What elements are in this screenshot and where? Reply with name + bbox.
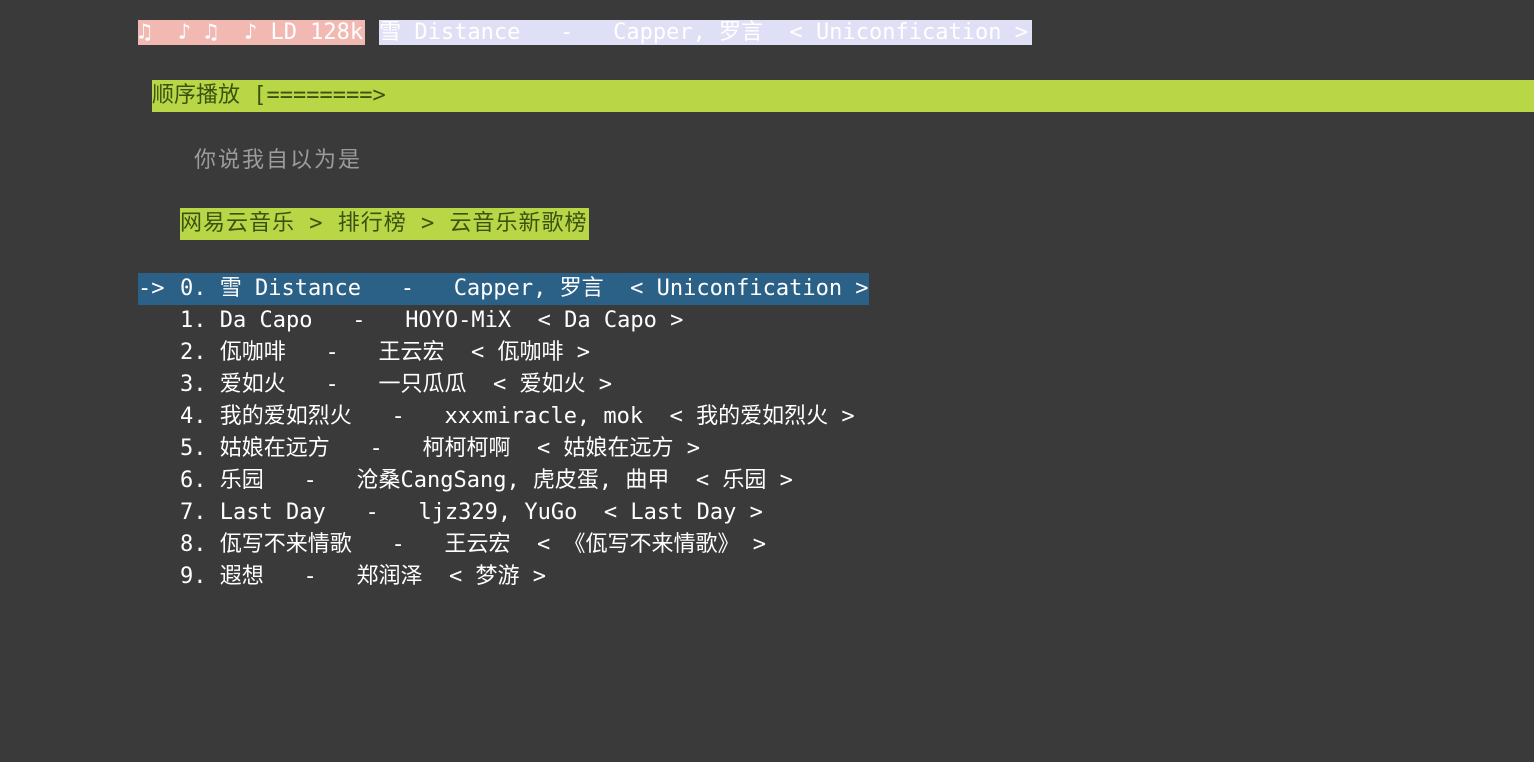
status-badge: ♫ ♪ ♫ ♪ LD 128k <box>138 20 366 45</box>
song-album: < 乐园 > <box>695 468 793 493</box>
song-title: 乐园 <box>219 468 264 493</box>
song-artist: 郑润泽 <box>356 564 449 589</box>
song-album: < Da Capo > <box>537 308 684 333</box>
song-artist: 王云宏 <box>378 340 471 365</box>
song-artist: 柯柯柯啊 <box>422 436 537 461</box>
song-title: 佤写不来情歌 <box>219 532 352 557</box>
song-album: < Uniconfication > <box>630 276 869 301</box>
song-index: 2. <box>180 340 220 365</box>
song-separator: - <box>285 372 379 397</box>
song-separator: - <box>325 500 419 525</box>
header-bar: ♫ ♪ ♫ ♪ LD 128k 雪 Distance - Capper, 罗言 <… <box>138 17 1032 49</box>
song-album: < 《佤写不来情歌》 > <box>536 532 766 557</box>
song-list[interactable]: -> 0. 雪 Distance - Capper, 罗言 < Uniconfic… <box>138 273 869 593</box>
song-title: 爱如火 <box>219 372 286 397</box>
song-index: 7. <box>180 500 220 525</box>
song-row[interactable]: 6. 乐园 - 沧桑CangSang, 虎皮蛋, 曲甲 < 乐园 > <box>138 465 869 497</box>
song-title: 我的爱如烈火 <box>219 404 352 429</box>
song-title: 雪 Distance <box>219 276 361 301</box>
progress-text: [========> <box>253 83 386 108</box>
song-album: < 梦游 > <box>448 564 546 589</box>
song-artist: 一只瓜瓜 <box>378 372 493 397</box>
song-index: 0. <box>180 276 220 301</box>
song-artist: Capper, 罗言 <box>453 276 631 301</box>
song-index: 4. <box>180 404 220 429</box>
song-album: < 姑娘在远方 > <box>536 436 700 461</box>
song-album: < 我的爱如烈火 > <box>669 404 855 429</box>
song-album: < 爱如火 > <box>492 372 612 397</box>
song-row[interactable]: 3. 爱如火 - 一只瓜瓜 < 爱如火 > <box>138 369 869 401</box>
breadcrumb[interactable]: 网易云音乐 > 排行榜 > 云音乐新歌榜 <box>180 208 590 240</box>
song-title: 佤咖啡 <box>219 340 286 365</box>
song-artist: xxxmiracle, mok <box>444 404 670 429</box>
song-index: 5. <box>180 436 220 461</box>
song-row[interactable]: 4. 我的爱如烈火 - xxxmiracle, mok < 我的爱如烈火 > <box>138 401 869 433</box>
song-index: 1. <box>180 308 220 333</box>
song-artist: 王云宏 <box>444 532 537 557</box>
song-row[interactable]: 9. 遐想 - 郑润泽 < 梦游 > <box>138 561 869 593</box>
song-separator: - <box>285 340 379 365</box>
song-separator: - <box>263 468 357 493</box>
song-title: 姑娘在远方 <box>219 436 330 461</box>
song-row[interactable]: -> 0. 雪 Distance - Capper, 罗言 < Uniconfic… <box>138 273 869 305</box>
song-separator: - <box>351 532 445 557</box>
play-mode-label[interactable]: 顺序播放 <box>152 83 240 108</box>
song-separator: - <box>351 404 445 429</box>
song-title: 遐想 <box>219 564 264 589</box>
song-separator: - <box>329 436 423 461</box>
song-title: Last Day <box>219 500 326 525</box>
song-artist: 沧桑CangSang, 虎皮蛋, 曲甲 <box>356 468 696 493</box>
song-row[interactable]: 1. Da Capo - HOYO-MiX < Da Capo > <box>138 305 869 337</box>
song-row[interactable]: 7. Last Day - ljz329, YuGo < Last Day > <box>138 497 869 529</box>
lyric-line: 你说我自以为是 <box>194 148 363 173</box>
song-index: 6. <box>180 468 220 493</box>
now-playing-label: 雪 Distance - Capper, 罗言 < Uniconfication… <box>379 20 1032 45</box>
song-row[interactable]: 2. 佤咖啡 - 王云宏 < 佤咖啡 > <box>138 337 869 369</box>
song-index: 8. <box>180 532 220 557</box>
song-artist: HOYO-MiX <box>405 308 538 333</box>
playback-status: 顺序播放 [========> <box>152 80 386 112</box>
selection-arrow: -> <box>138 276 165 301</box>
song-title: Da Capo <box>219 308 313 333</box>
song-album: < Last Day > <box>603 500 763 525</box>
song-separator: - <box>312 308 406 333</box>
song-index: 3. <box>180 372 220 397</box>
song-separator: - <box>263 564 357 589</box>
song-artist: ljz329, YuGo <box>418 500 604 525</box>
song-index: 9. <box>180 564 220 589</box>
song-row[interactable]: 8. 佤写不来情歌 - 王云宏 < 《佤写不来情歌》 > <box>138 529 869 561</box>
song-separator: - <box>360 276 454 301</box>
song-album: < 佤咖啡 > <box>470 340 590 365</box>
song-row[interactable]: 5. 姑娘在远方 - 柯柯柯啊 < 姑娘在远方 > <box>138 433 869 465</box>
